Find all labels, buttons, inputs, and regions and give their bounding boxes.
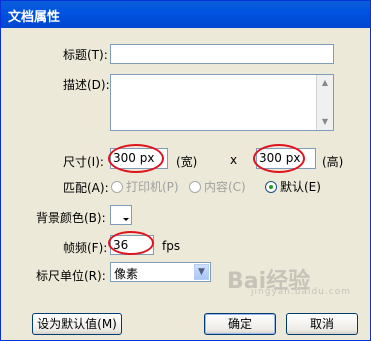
radio-icon — [111, 180, 123, 193]
chevron-down-icon[interactable]: ▼ — [194, 264, 209, 280]
width-highlight-circle — [108, 144, 164, 173]
radio-icon — [189, 180, 201, 193]
scroll-down-icon[interactable]: ▼ — [317, 114, 333, 130]
size-label: 尺寸(I): — [63, 155, 104, 169]
scroll-up-icon[interactable]: ▲ — [317, 75, 333, 91]
match-content-label: 内容(C) — [204, 180, 246, 194]
size-separator: x — [230, 153, 238, 167]
match-default-radio[interactable]: 默认(E) — [265, 178, 321, 195]
cancel-button[interactable]: 取消 — [286, 313, 358, 335]
description-label: 描述(D): — [63, 78, 110, 92]
frame-rate-label: 帧频(F): — [63, 241, 108, 255]
frame-rate-highlight-circle — [108, 231, 154, 255]
ok-button[interactable]: 确定 — [204, 313, 276, 335]
width-unit-label: (宽) — [176, 155, 198, 169]
match-label: 匹配(A): — [63, 181, 109, 195]
background-color-label: 背景颜色(B): — [36, 211, 106, 225]
background-color-swatch[interactable] — [110, 205, 132, 225]
match-printer-radio[interactable]: 打印机(P) — [111, 178, 179, 195]
match-default-label: 默认(E) — [280, 180, 321, 194]
set-default-button[interactable]: 设为默认值(M) — [32, 313, 122, 335]
height-unit-label: (高) — [322, 155, 344, 169]
dialog-title: 文档属性 — [8, 10, 61, 25]
baidu-watermark: Bai经验 jingyan.baidu.com — [227, 263, 350, 297]
description-scrollbar[interactable]: ▲ ▼ — [316, 75, 333, 130]
frame-rate-unit: fps — [162, 239, 181, 253]
watermark-url: jingyan.baidu.com — [251, 287, 352, 297]
ruler-units-select[interactable]: 像素 ▼ — [110, 262, 211, 282]
radio-selected-icon — [265, 180, 277, 193]
description-textarea[interactable]: ▲ ▼ — [110, 74, 334, 131]
title-input[interactable] — [110, 44, 334, 64]
title-label: 标题(T): — [63, 48, 108, 62]
document-properties-dialog: 文档属性 标题(T): 描述(D): ▲ ▼ 尺寸(I): 300 px (宽)… — [0, 0, 371, 341]
match-printer-label: 打印机(P) — [126, 180, 179, 194]
height-highlight-circle — [253, 144, 305, 173]
match-content-radio[interactable]: 内容(C) — [189, 178, 246, 195]
ruler-units-value: 像素 — [114, 267, 139, 281]
ruler-units-label: 标尺单位(R): — [36, 269, 106, 283]
title-bar: 文档属性 — [1, 1, 370, 28]
